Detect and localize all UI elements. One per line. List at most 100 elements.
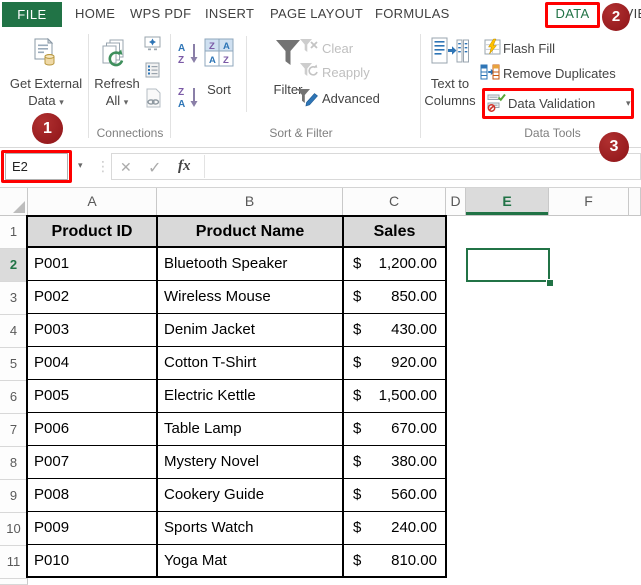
cell-product-id[interactable]: P008 — [27, 478, 157, 511]
cell-product-id[interactable]: P006 — [27, 412, 157, 445]
row-header-2-selected[interactable]: 2 — [0, 249, 28, 282]
amount: 850.00 — [391, 288, 437, 305]
advanced-filter-label: Advanced — [322, 91, 380, 106]
product-table: Product ID Product Name Sales P001 Bluet… — [26, 215, 447, 578]
enter-icon[interactable]: ✓ — [148, 158, 161, 178]
cancel-icon[interactable]: ✕ — [120, 159, 132, 176]
cell-sales[interactable]: $1,500.00 — [343, 379, 446, 412]
name-box-dropdown-arrow-icon[interactable]: ▾ — [78, 160, 83, 171]
row-header-10[interactable]: 10 — [0, 513, 28, 546]
formula-input[interactable] — [208, 156, 638, 177]
cell-product-id[interactable]: P003 — [27, 313, 157, 346]
remove-duplicates-button[interactable] — [480, 63, 500, 83]
cell-sales[interactable]: $810.00 — [343, 544, 446, 577]
name-box[interactable]: E2 — [5, 153, 68, 180]
selected-cell-e2[interactable] — [466, 248, 550, 282]
amount: 920.00 — [391, 354, 437, 371]
cell-product-name[interactable]: Sports Watch — [157, 511, 343, 544]
clear-filter-label: Clear — [322, 41, 353, 56]
column-header-f[interactable]: F — [549, 188, 629, 216]
data-validation-dropdown-arrow-icon[interactable]: ▾ — [626, 98, 631, 109]
cell-product-id[interactable]: P007 — [27, 445, 157, 478]
cell-sales[interactable]: $850.00 — [343, 280, 446, 313]
cell-sales[interactable]: $240.00 — [343, 511, 446, 544]
row-header-3[interactable]: 3 — [0, 282, 28, 315]
column-header-partial[interactable] — [629, 188, 641, 216]
column-header-a[interactable]: A — [28, 188, 157, 216]
tab-page-layout[interactable]: PAGE LAYOUT — [270, 0, 363, 28]
advanced-filter-button[interactable] — [296, 88, 319, 108]
row-header-1[interactable]: 1 — [0, 216, 28, 249]
connection-list-icon — [145, 62, 160, 78]
row-header-6[interactable]: 6 — [0, 381, 28, 414]
cell-product-name[interactable]: Mystery Novel — [157, 445, 343, 478]
column-header-b[interactable]: B — [157, 188, 343, 216]
tab-formulas[interactable]: FORMULAS — [375, 0, 450, 28]
refresh-all-label-line1: Refresh — [88, 76, 146, 91]
amount: 1,500.00 — [379, 387, 437, 404]
row-header-5[interactable]: 5 — [0, 348, 28, 381]
cell-sales[interactable]: $670.00 — [343, 412, 446, 445]
column-header-d[interactable]: D — [446, 188, 466, 216]
row-header-7[interactable]: 7 — [0, 414, 28, 447]
tab-data[interactable]: DATA — [545, 0, 600, 28]
column-header-e-selected[interactable]: E — [466, 188, 549, 216]
data-validation-button[interactable] — [487, 93, 506, 113]
row-header-8[interactable]: 8 — [0, 447, 28, 480]
cell-sales[interactable]: $1,200.00 — [343, 247, 446, 280]
tab-insert[interactable]: INSERT — [205, 0, 254, 28]
row-header-partial[interactable] — [0, 579, 28, 585]
cell-product-name[interactable]: Yoga Mat — [157, 544, 343, 577]
reapply-filter-icon — [299, 66, 319, 83]
cell-product-id[interactable]: P009 — [27, 511, 157, 544]
row-header-11[interactable]: 11 — [0, 546, 28, 579]
cell-sales[interactable]: $920.00 — [343, 346, 446, 379]
cell-product-name[interactable]: Cookery Guide — [157, 478, 343, 511]
currency-symbol: $ — [353, 552, 361, 569]
cell-product-name[interactable]: Denim Jacket — [157, 313, 343, 346]
column-header-c[interactable]: C — [343, 188, 446, 216]
connection-list-button[interactable] — [145, 62, 160, 83]
cell-product-name[interactable]: Cotton T-Shirt — [157, 346, 343, 379]
cell-product-id[interactable]: P005 — [27, 379, 157, 412]
formula-bar-divider — [204, 155, 205, 178]
text-to-columns-button[interactable]: Text to Columns — [421, 30, 479, 142]
edit-links-button[interactable] — [145, 88, 161, 113]
table-row: P001 Bluetooth Speaker $1,200.00 — [27, 247, 446, 280]
svg-text:Z: Z — [209, 41, 215, 52]
corner-triangle-icon — [13, 201, 25, 213]
cell-product-id[interactable]: P010 — [27, 544, 157, 577]
svg-text:A: A — [209, 55, 216, 66]
currency-symbol: $ — [353, 486, 361, 503]
row-header-4[interactable]: 4 — [0, 315, 28, 348]
tab-file[interactable]: FILE — [2, 2, 62, 27]
tab-wps-pdf[interactable]: WPS PDF — [130, 0, 191, 28]
table-row: P006 Table Lamp $670.00 — [27, 412, 446, 445]
tab-home[interactable]: HOME — [75, 0, 115, 28]
row-header-9[interactable]: 9 — [0, 480, 28, 513]
cell-sales[interactable]: $560.00 — [343, 478, 446, 511]
reapply-filter-button[interactable] — [299, 62, 319, 82]
flash-fill-label: Flash Fill — [503, 41, 555, 56]
cell-product-id[interactable]: P004 — [27, 346, 157, 379]
cell-product-name[interactable]: Wireless Mouse — [157, 280, 343, 313]
amount: 430.00 — [391, 321, 437, 338]
clear-filter-button[interactable] — [299, 38, 319, 58]
header-product-name[interactable]: Product Name — [157, 216, 343, 247]
cell-sales[interactable]: $380.00 — [343, 445, 446, 478]
flash-fill-button[interactable] — [484, 38, 502, 58]
cell-product-id[interactable]: P002 — [27, 280, 157, 313]
amount: 670.00 — [391, 420, 437, 437]
cell-sales[interactable]: $430.00 — [343, 313, 446, 346]
cell-product-name[interactable]: Bluetooth Speaker — [157, 247, 343, 280]
fill-handle[interactable] — [546, 279, 553, 286]
header-product-id[interactable]: Product ID — [27, 216, 157, 247]
select-all-corner[interactable] — [0, 188, 28, 216]
insert-function-icon[interactable]: fx — [178, 158, 191, 175]
cell-product-name[interactable]: Table Lamp — [157, 412, 343, 445]
cell-product-id[interactable]: P001 — [27, 247, 157, 280]
cell-product-name[interactable]: Electric Kettle — [157, 379, 343, 412]
formula-bar-resize-handle[interactable]: ⋮ — [96, 158, 110, 175]
connection-properties-button[interactable] — [144, 36, 161, 56]
header-sales[interactable]: Sales — [343, 216, 446, 247]
